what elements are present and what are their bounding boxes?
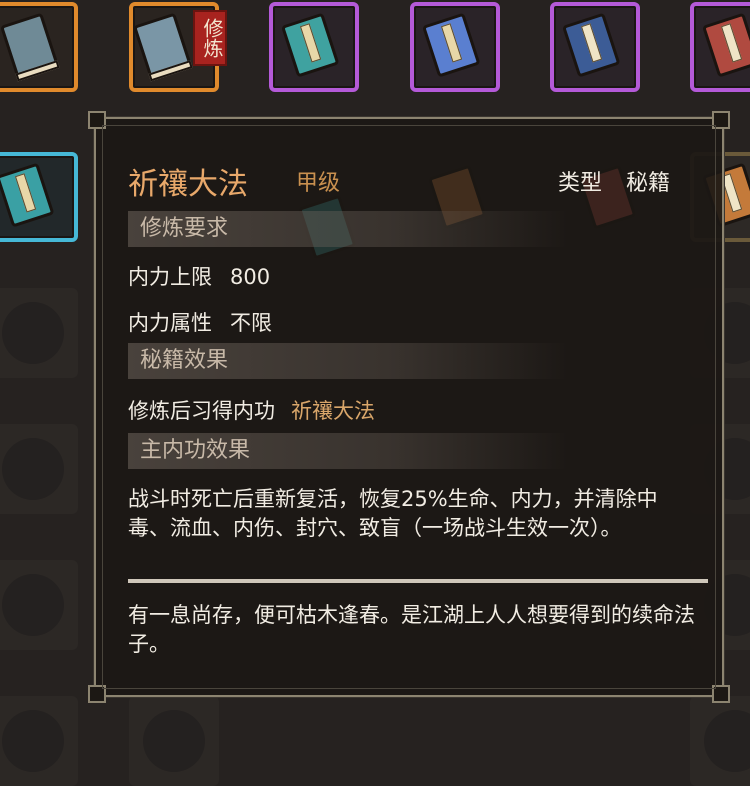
book-icon bbox=[701, 11, 750, 84]
item-slot-5[interactable] bbox=[550, 2, 640, 92]
requirement-label: 内力上限 bbox=[128, 265, 212, 289]
empty-slot[interactable] bbox=[0, 696, 78, 786]
empty-slot[interactable] bbox=[129, 696, 219, 786]
empty-slot[interactable] bbox=[0, 288, 78, 378]
divider bbox=[128, 579, 708, 583]
empty-slot[interactable] bbox=[690, 696, 750, 786]
book-icon bbox=[421, 11, 488, 84]
requirement-value: 800 bbox=[230, 265, 271, 289]
flavor-text: 有一息尚存，便可枯木逢春。是江湖上人人想要得到的续命法子。 bbox=[128, 603, 695, 656]
item-type-label: 类型 bbox=[558, 171, 603, 196]
scroll-icon bbox=[132, 11, 199, 84]
requirement-value: 不限 bbox=[230, 311, 272, 335]
empty-slot[interactable] bbox=[0, 424, 78, 514]
book-icon bbox=[280, 11, 347, 84]
item-grade: 甲级 bbox=[296, 171, 341, 196]
item-slot-6[interactable] bbox=[690, 2, 750, 92]
book-icon bbox=[561, 11, 628, 84]
effect-label: 修炼后习得内功 bbox=[128, 399, 275, 423]
item-slot-3[interactable] bbox=[269, 2, 359, 92]
scroll-icon bbox=[0, 11, 66, 84]
item-name: 祈禳大法 bbox=[128, 167, 248, 202]
item-type-value: 秘籍 bbox=[626, 171, 671, 196]
empty-slot[interactable] bbox=[0, 560, 78, 650]
section-header-requirements: 修炼要求 bbox=[128, 211, 568, 247]
item-slot-4[interactable] bbox=[410, 2, 500, 92]
requirement-label: 内力属性 bbox=[128, 311, 212, 335]
requirement-row: 内力上限 800 bbox=[128, 261, 270, 291]
section-header-main-effect: 主内功效果 bbox=[128, 433, 568, 469]
effect-value: 祈禳大法 bbox=[291, 399, 375, 423]
item-slot-7[interactable] bbox=[0, 152, 78, 242]
cultivating-badge: 修炼 bbox=[193, 10, 227, 66]
item-slot-1[interactable] bbox=[0, 2, 78, 92]
book-icon bbox=[0, 161, 62, 234]
requirement-row: 内力属性 不限 bbox=[128, 307, 272, 337]
effect-row: 修炼后习得内功 祈禳大法 bbox=[128, 395, 375, 425]
main-effect-text: 战斗时死亡后重新复活，恢复25%生命、内力，并清除中毒、流血、内伤、封穴、致盲（… bbox=[128, 487, 658, 540]
item-tooltip: 祈禳大法 甲级 类型 秘籍 修炼要求 内力上限 800 内力属性 不限 秘籍效果 修… bbox=[88, 111, 730, 703]
section-header-effects: 秘籍效果 bbox=[128, 343, 568, 379]
